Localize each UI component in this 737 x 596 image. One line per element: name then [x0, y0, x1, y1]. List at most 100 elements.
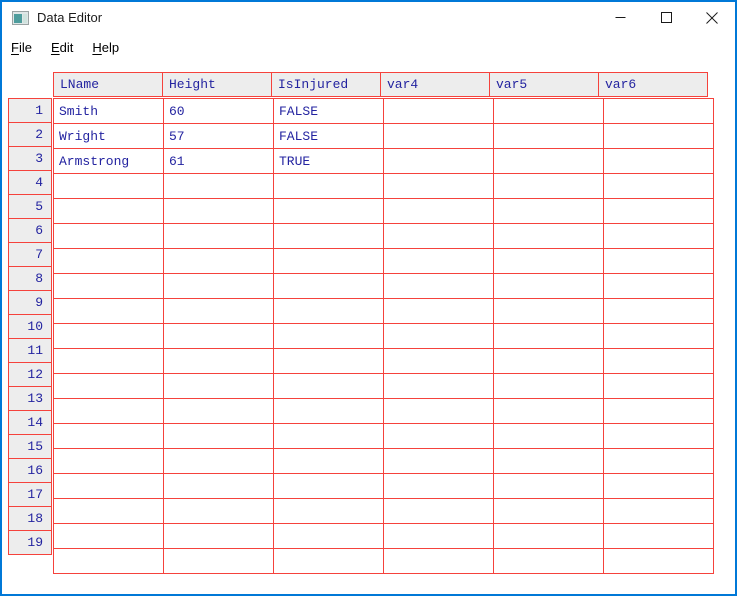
data-cell[interactable] — [273, 523, 384, 549]
data-cell[interactable]: 61 — [163, 148, 274, 174]
data-cell[interactable] — [383, 173, 494, 199]
data-cell[interactable] — [383, 148, 494, 174]
data-cell[interactable]: Armstrong — [53, 148, 164, 174]
data-cell[interactable] — [53, 523, 164, 549]
data-cell[interactable] — [603, 223, 714, 249]
data-cell[interactable] — [53, 423, 164, 449]
data-cell[interactable] — [383, 548, 494, 574]
data-cell[interactable] — [273, 498, 384, 524]
data-cell[interactable] — [53, 273, 164, 299]
data-cell[interactable] — [273, 273, 384, 299]
data-cell[interactable] — [603, 298, 714, 324]
data-cell[interactable] — [383, 98, 494, 124]
data-cell[interactable] — [493, 523, 604, 549]
row-number[interactable]: 17 — [8, 482, 52, 507]
data-cell[interactable] — [163, 473, 274, 499]
data-cell[interactable] — [163, 523, 274, 549]
data-cell[interactable] — [53, 373, 164, 399]
data-cell[interactable] — [493, 373, 604, 399]
data-cell[interactable] — [53, 173, 164, 199]
row-number[interactable]: 9 — [8, 290, 52, 315]
data-cell[interactable] — [493, 298, 604, 324]
data-cell[interactable] — [163, 348, 274, 374]
data-cell[interactable]: TRUE — [273, 148, 384, 174]
data-cell[interactable] — [273, 248, 384, 274]
column-header-var4[interactable]: var4 — [380, 72, 490, 97]
data-cell[interactable]: Smith — [53, 98, 164, 124]
data-cell[interactable] — [383, 223, 494, 249]
data-cell[interactable] — [603, 148, 714, 174]
data-cell[interactable] — [493, 98, 604, 124]
data-cell[interactable] — [273, 473, 384, 499]
data-cell[interactable] — [383, 473, 494, 499]
data-cell[interactable]: FALSE — [273, 98, 384, 124]
row-number[interactable]: 15 — [8, 434, 52, 459]
data-cell[interactable] — [53, 223, 164, 249]
data-cell[interactable] — [493, 123, 604, 149]
data-cell[interactable] — [273, 323, 384, 349]
data-cell[interactable] — [53, 348, 164, 374]
column-header-Height[interactable]: Height — [162, 72, 272, 97]
data-cell[interactable] — [163, 198, 274, 224]
data-cell[interactable] — [493, 223, 604, 249]
data-cell[interactable] — [273, 548, 384, 574]
data-cell[interactable] — [383, 423, 494, 449]
data-cell[interactable] — [493, 448, 604, 474]
data-cell[interactable]: Wright — [53, 123, 164, 149]
data-cell[interactable] — [383, 398, 494, 424]
data-cell[interactable] — [273, 298, 384, 324]
data-cell[interactable] — [53, 248, 164, 274]
data-cell[interactable] — [163, 173, 274, 199]
data-cell[interactable] — [493, 273, 604, 299]
data-cell[interactable] — [603, 323, 714, 349]
row-number[interactable]: 7 — [8, 242, 52, 267]
data-cell[interactable] — [163, 398, 274, 424]
data-cell[interactable] — [493, 473, 604, 499]
data-cell[interactable] — [163, 223, 274, 249]
column-header-LName[interactable]: LName — [53, 72, 163, 97]
row-number[interactable]: 16 — [8, 458, 52, 483]
data-cell[interactable] — [493, 323, 604, 349]
data-cell[interactable] — [603, 498, 714, 524]
data-cell[interactable] — [273, 423, 384, 449]
data-cell[interactable] — [603, 548, 714, 574]
row-number[interactable]: 1 — [8, 98, 52, 123]
data-cell[interactable] — [383, 198, 494, 224]
data-cell[interactable] — [53, 298, 164, 324]
data-cell[interactable] — [603, 123, 714, 149]
data-cell[interactable] — [603, 198, 714, 224]
data-cell[interactable] — [383, 323, 494, 349]
data-cell[interactable] — [53, 548, 164, 574]
data-cell[interactable] — [383, 123, 494, 149]
data-cell[interactable] — [603, 373, 714, 399]
data-cell[interactable] — [383, 523, 494, 549]
row-number[interactable]: 3 — [8, 146, 52, 171]
data-cell[interactable] — [493, 348, 604, 374]
data-cell[interactable] — [53, 398, 164, 424]
data-cell[interactable] — [273, 348, 384, 374]
row-number[interactable]: 8 — [8, 266, 52, 291]
data-cell[interactable] — [53, 498, 164, 524]
data-cell[interactable] — [493, 198, 604, 224]
data-cell[interactable] — [603, 273, 714, 299]
data-cell[interactable] — [383, 448, 494, 474]
data-cell[interactable] — [603, 98, 714, 124]
data-cell[interactable] — [163, 373, 274, 399]
data-cell[interactable] — [273, 173, 384, 199]
data-cell[interactable] — [603, 248, 714, 274]
data-cell[interactable] — [163, 323, 274, 349]
column-header-IsInjured[interactable]: IsInjured — [271, 72, 381, 97]
data-cell[interactable] — [163, 423, 274, 449]
data-cell[interactable]: 60 — [163, 98, 274, 124]
data-cell[interactable]: 57 — [163, 123, 274, 149]
data-cell[interactable] — [603, 173, 714, 199]
data-cell[interactable] — [53, 473, 164, 499]
row-number[interactable]: 11 — [8, 338, 52, 363]
row-number[interactable]: 19 — [8, 530, 52, 555]
data-cell[interactable] — [493, 148, 604, 174]
data-cell[interactable] — [603, 448, 714, 474]
data-cell[interactable] — [603, 473, 714, 499]
data-cell[interactable] — [603, 523, 714, 549]
data-cell[interactable] — [163, 548, 274, 574]
data-cell[interactable] — [163, 448, 274, 474]
